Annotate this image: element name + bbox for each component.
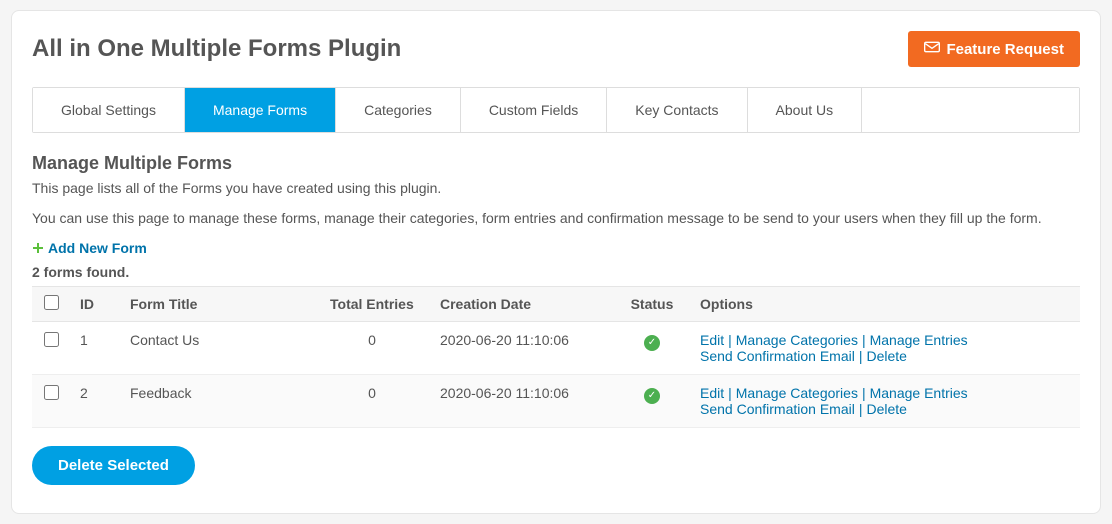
tabs: Global Settings Manage Forms Categories … [32, 87, 1080, 133]
delete-selected-button[interactable]: Delete Selected [32, 446, 195, 485]
row-date: 2020-06-20 11:10:06 [432, 322, 612, 375]
add-new-form[interactable]: Add New Form [32, 240, 1080, 256]
edit-link[interactable]: Edit [700, 385, 724, 401]
tab-spacer [862, 88, 1079, 132]
tab-global-settings[interactable]: Global Settings [33, 88, 185, 132]
separator: | [855, 348, 867, 364]
row-options: Edit|Manage Categories|Manage Entries Se… [692, 322, 1080, 375]
manage-categories-link[interactable]: Manage Categories [736, 385, 858, 401]
separator: | [858, 385, 870, 401]
feature-request-label: Feature Request [946, 41, 1064, 58]
manage-entries-link[interactable]: Manage Entries [870, 332, 968, 348]
row-status: ✓ [612, 375, 692, 428]
edit-link[interactable]: Edit [700, 332, 724, 348]
row-status: ✓ [612, 322, 692, 375]
tab-manage-forms[interactable]: Manage Forms [185, 88, 336, 132]
row-checkbox[interactable] [44, 385, 59, 400]
tab-about-us[interactable]: About Us [748, 88, 863, 132]
check-circle-icon: ✓ [644, 335, 660, 351]
separator: | [724, 332, 736, 348]
tab-custom-fields[interactable]: Custom Fields [461, 88, 607, 132]
row-id: 2 [72, 375, 122, 428]
add-new-form-link[interactable]: Add New Form [48, 240, 147, 256]
row-checkbox[interactable] [44, 332, 59, 347]
tab-categories[interactable]: Categories [336, 88, 461, 132]
col-header-total-entries: Total Entries [322, 287, 432, 322]
manage-categories-link[interactable]: Manage Categories [736, 332, 858, 348]
send-confirmation-link[interactable]: Send Confirmation Email [700, 348, 855, 364]
section-desc-2: You can use this page to manage these fo… [32, 210, 1080, 226]
col-header-creation-date: Creation Date [432, 287, 612, 322]
admin-card: All in One Multiple Forms Plugin Feature… [11, 10, 1101, 514]
col-header-options: Options [692, 287, 1080, 322]
delete-link[interactable]: Delete [867, 401, 907, 417]
manage-entries-link[interactable]: Manage Entries [870, 385, 968, 401]
header-row: All in One Multiple Forms Plugin Feature… [32, 31, 1080, 67]
separator: | [858, 332, 870, 348]
row-title: Feedback [122, 375, 322, 428]
section-desc-1: This page lists all of the Forms you hav… [32, 180, 1080, 196]
row-date: 2020-06-20 11:10:06 [432, 375, 612, 428]
page-title: All in One Multiple Forms Plugin [32, 35, 401, 63]
row-title: Contact Us [122, 322, 322, 375]
tab-key-contacts[interactable]: Key Contacts [607, 88, 747, 132]
forms-count: 2 forms found. [32, 264, 1080, 280]
mail-icon [924, 40, 940, 58]
plus-icon [32, 242, 44, 254]
forms-table: ID Form Title Total Entries Creation Dat… [32, 286, 1080, 428]
row-entries: 0 [322, 322, 432, 375]
separator: | [724, 385, 736, 401]
table-row: 2 Feedback 0 2020-06-20 11:10:06 ✓ Edit|… [32, 375, 1080, 428]
row-entries: 0 [322, 375, 432, 428]
row-options: Edit|Manage Categories|Manage Entries Se… [692, 375, 1080, 428]
feature-request-button[interactable]: Feature Request [908, 31, 1080, 67]
row-id: 1 [72, 322, 122, 375]
table-header-row: ID Form Title Total Entries Creation Dat… [32, 287, 1080, 322]
col-header-status: Status [612, 287, 692, 322]
section-title: Manage Multiple Forms [32, 153, 1080, 174]
check-circle-icon: ✓ [644, 388, 660, 404]
separator: | [855, 401, 867, 417]
col-header-id: ID [72, 287, 122, 322]
select-all-checkbox[interactable] [44, 295, 59, 310]
table-row: 1 Contact Us 0 2020-06-20 11:10:06 ✓ Edi… [32, 322, 1080, 375]
send-confirmation-link[interactable]: Send Confirmation Email [700, 401, 855, 417]
delete-link[interactable]: Delete [867, 348, 907, 364]
col-header-form-title: Form Title [122, 287, 322, 322]
col-header-check [32, 287, 72, 322]
